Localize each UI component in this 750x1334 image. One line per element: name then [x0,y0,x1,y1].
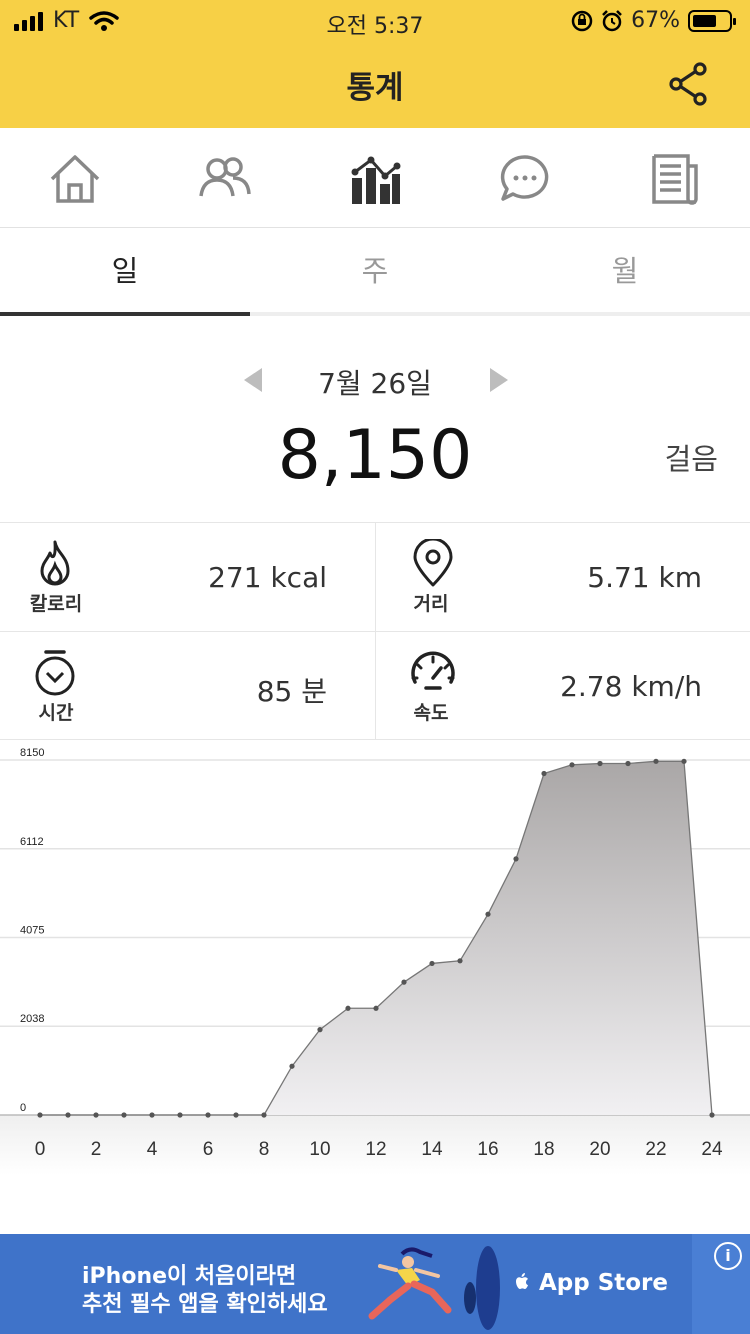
statistics-icon[interactable] [347,152,403,206]
hourly-steps-chart: 02038407561128150 0 2 4 6 8 10 12 14 16 18 20 22 24 [0,740,750,1232]
ad-line-2: 추천 필수 앱을 확인하세요 [82,1292,328,1317]
data-point [205,1112,211,1118]
time-stat: 시간 85 분 [0,632,375,740]
x-tick-label: 22 [645,1139,666,1160]
distance-value: 5.71 km [587,561,702,594]
x-tick-label: 6 [203,1139,214,1160]
data-point [345,1005,351,1011]
current-date: 7월 26일 [318,367,432,400]
rotation-lock-icon [571,10,593,31]
calories-stat: 칼로리 271 kcal [0,523,375,631]
share-icon[interactable] [668,62,708,106]
x-tick-label: 12 [365,1139,386,1160]
step-unit: 걸음 [664,442,718,476]
app-store-text: App Store [538,1270,668,1296]
battery-icon [688,9,736,32]
data-point [37,1112,43,1118]
data-point [289,1063,295,1069]
tab-month[interactable]: 월 [500,229,750,317]
calories-label: 칼로리 [29,593,83,615]
y-tick-label: 4075 [20,925,44,937]
data-point [93,1112,99,1118]
data-point [485,911,491,917]
apple-logo-icon [515,1273,528,1289]
data-point [177,1112,183,1118]
data-point [653,758,659,764]
x-tick-label: 14 [421,1139,443,1160]
data-point [373,1005,379,1011]
page-title: 통계 [346,70,404,106]
ad-info-area: i [692,1234,750,1334]
data-point [233,1112,239,1118]
stats-grid: 칼로리 271 kcal 거리 5.71 km 시간 85 분 속도 2.78 … [0,522,750,740]
data-point [513,856,519,862]
news-icon[interactable] [647,152,703,206]
data-point [681,758,687,764]
friends-icon[interactable] [197,152,253,206]
speed-value: 2.78 km/h [560,670,702,703]
data-point [261,1112,267,1118]
home-icon[interactable] [47,152,103,206]
data-point [401,979,407,985]
location-pin-icon [413,539,453,587]
data-point [541,770,547,777]
tab-day[interactable]: 일 [0,229,250,317]
ad-info-icon[interactable]: i [714,1242,742,1270]
distance-stat: 거리 5.71 km [375,523,750,631]
data-point [121,1112,127,1118]
x-tick-label: 24 [701,1139,723,1160]
step-count: 8,150 [277,416,473,495]
battery-percent: 67% [631,8,680,33]
ad-banner[interactable]: iPhone이 처음이라면 추천 필수 앱을 확인하세요 App Store i [0,1234,750,1334]
x-tick-label: 8 [259,1139,270,1160]
x-tick-label: 0 [35,1139,46,1160]
data-point [429,960,435,967]
x-tick-label: 16 [477,1139,498,1160]
x-tick-label: 20 [589,1139,610,1160]
x-tick-label: 4 [147,1139,158,1160]
tab-indicator [0,312,250,316]
app-store-label: App Store [513,1270,668,1296]
y-tick-label: 2038 [20,1013,44,1025]
flame-icon [40,540,70,586]
y-tick-label: 0 [20,1102,26,1114]
status-bar: KT 오전 5:37 67% [0,0,750,40]
data-point [65,1112,71,1118]
data-point [457,958,463,964]
time-label: 시간 [38,702,74,724]
title-bar: 통계 [0,40,750,128]
x-tick-label: 2 [91,1139,102,1160]
x-tick-label: 10 [309,1139,330,1160]
chat-icon[interactable] [497,152,553,206]
speedometer-icon [411,651,455,690]
y-tick-label: 8150 [20,747,44,759]
next-date-arrow-icon[interactable] [490,368,508,392]
data-point [317,1027,323,1033]
speed-stat: 속도 2.78 km/h [375,632,750,740]
date-selector: 7월 26일 [0,360,750,400]
ad-illustration [368,1246,500,1330]
speed-label: 속도 [413,702,449,724]
alarm-icon [602,9,622,31]
icon-nav-bar [0,128,750,228]
timer-icon [35,650,75,696]
data-point [597,760,603,767]
x-tick-label: 18 [533,1139,554,1160]
period-tabs: 일 주 월 [0,229,750,317]
calories-value: 271 kcal [208,561,327,594]
data-point [709,1112,715,1118]
y-tick-label: 6112 [20,836,44,848]
data-point [625,760,631,767]
data-point [569,762,575,768]
distance-label: 거리 [413,593,449,615]
tab-week[interactable]: 주 [250,229,500,317]
data-point [149,1112,155,1118]
time-value: 85 분 [256,675,327,708]
